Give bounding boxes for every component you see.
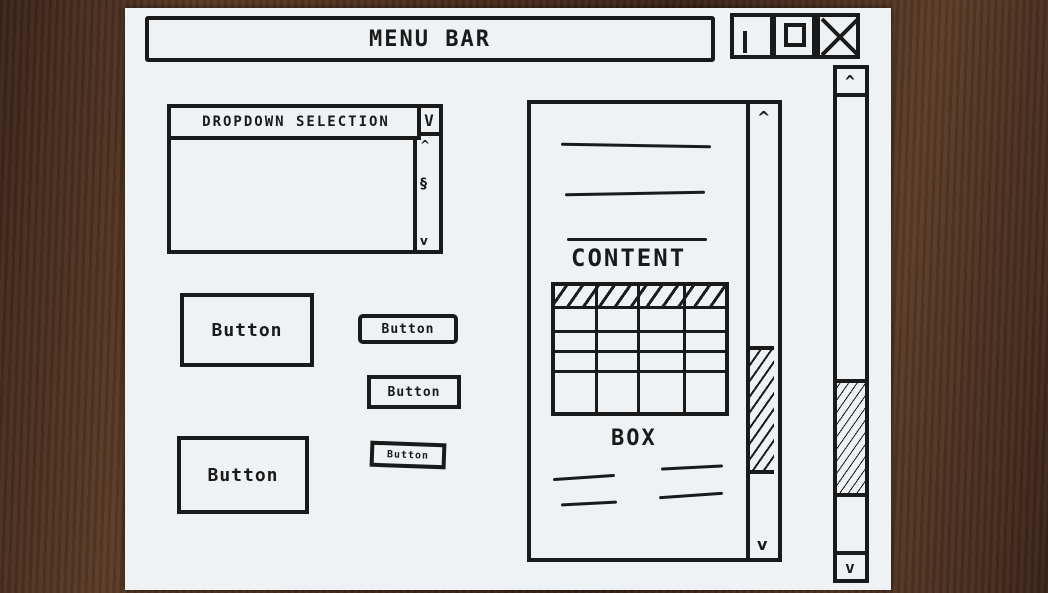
content-text-line xyxy=(660,464,724,471)
content-scroll-thumb[interactable] xyxy=(750,346,774,474)
main-scroll-down-button[interactable]: v xyxy=(837,551,865,579)
button-large-1[interactable]: Button xyxy=(180,293,314,367)
button-large-2[interactable]: Button xyxy=(177,436,309,514)
table-column xyxy=(683,286,686,412)
table-column xyxy=(637,286,640,412)
close-button[interactable] xyxy=(816,13,860,59)
content-label: CONTENT xyxy=(571,244,687,272)
table-row xyxy=(555,350,725,353)
button-small-2-label: Button xyxy=(387,384,441,400)
content-text-line xyxy=(560,142,712,149)
minimize-icon xyxy=(743,31,747,53)
button-large-1-label: Button xyxy=(211,319,283,341)
table-header xyxy=(555,286,725,309)
dropdown-scrollbar[interactable]: ^ § v xyxy=(413,136,439,250)
dropdown-header[interactable]: DROPDOWN SELECTION xyxy=(171,108,421,140)
box-label: BOX xyxy=(611,426,657,451)
menu-bar-label: MENU BAR xyxy=(369,26,491,52)
sketch-paper: MENU BAR DROPDOWN SELECTION V ^ § v Butt… xyxy=(125,8,891,590)
close-icon xyxy=(820,17,860,57)
button-small-3[interactable]: Button xyxy=(369,440,447,470)
button-large-2-label: Button xyxy=(207,464,279,486)
content-box[interactable]: CONTENT BOX ^ v xyxy=(527,100,782,562)
button-small-1[interactable]: Button xyxy=(358,314,458,344)
dropdown-scroll-thumb-icon[interactable]: § xyxy=(420,176,427,192)
button-small-2[interactable]: Button xyxy=(367,375,461,409)
maximize-icon xyxy=(784,23,806,47)
content-text-line xyxy=(560,500,618,507)
menu-bar[interactable]: MENU BAR xyxy=(145,16,715,62)
content-text-line xyxy=(567,238,707,241)
button-small-3-label: Button xyxy=(386,448,430,462)
minimize-button[interactable] xyxy=(730,13,774,59)
main-scroll-thumb[interactable] xyxy=(837,379,865,497)
content-scrollbar[interactable]: ^ v xyxy=(746,104,778,558)
content-text-line xyxy=(564,190,706,197)
main-scrollbar[interactable]: ^ v xyxy=(833,65,869,583)
table-row xyxy=(555,370,725,373)
dropdown-label: DROPDOWN SELECTION xyxy=(202,114,390,130)
dropdown-selection[interactable]: DROPDOWN SELECTION V ^ § v xyxy=(167,104,443,254)
content-scroll-down-icon[interactable]: v xyxy=(757,535,767,554)
table-column xyxy=(595,286,598,412)
content-scroll-up-icon[interactable]: ^ xyxy=(757,108,770,127)
content-text-line xyxy=(552,473,616,482)
maximize-button[interactable] xyxy=(772,13,816,59)
window-controls xyxy=(730,13,862,59)
content-text-line xyxy=(658,491,724,500)
dropdown-toggle-button[interactable]: V xyxy=(417,104,443,136)
dropdown-scroll-up-icon[interactable]: ^ xyxy=(420,138,430,152)
table-row xyxy=(555,330,725,333)
button-small-1-label: Button xyxy=(381,321,435,337)
content-table xyxy=(551,282,729,416)
dropdown-scroll-down-icon[interactable]: v xyxy=(420,234,428,248)
main-scroll-up-button[interactable]: ^ xyxy=(837,69,865,97)
